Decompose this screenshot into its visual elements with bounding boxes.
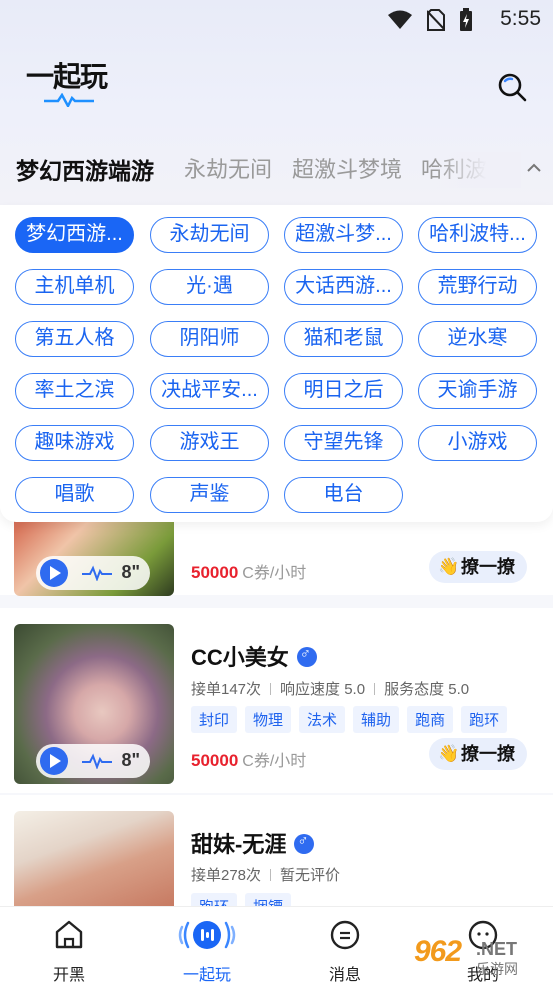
category-chip[interactable]: 超激斗梦...	[284, 217, 403, 253]
category-chip[interactable]: 主机单机	[15, 269, 134, 305]
skill-tag: 辅助	[353, 706, 400, 733]
skill-tag: 跑环	[461, 706, 508, 733]
message-icon	[330, 920, 360, 950]
wave-hand-icon: 👋	[438, 557, 460, 576]
male-icon	[294, 832, 315, 854]
logo-wave-icon	[44, 93, 94, 107]
category-chip[interactable]: 游戏王	[150, 425, 269, 461]
player-stats: 接单147次 响应速度 5.0 服务态度 5.0	[191, 681, 470, 698]
player-stats: 接单278次 暂无评价	[191, 867, 341, 884]
voice-wave-icon	[82, 753, 112, 769]
voice-intro-player[interactable]: 8"	[36, 744, 150, 778]
wifi-icon	[388, 10, 412, 29]
category-dropdown-panel: 梦幻西游... 永劫无间 超激斗梦... 哈利波特... 主机单机 光·遇 大话西游... 荒…	[0, 205, 553, 522]
category-chip[interactable]: 天谕手游	[418, 373, 537, 409]
category-chip[interactable]: 电台	[284, 477, 403, 513]
category-chip[interactable]: 决战平安...	[150, 373, 269, 409]
male-icon	[296, 645, 317, 667]
skill-tags: 封印 物理 法术 辅助 跑商 跑环	[191, 706, 508, 733]
watermark-site-name: 乐游网	[476, 961, 518, 977]
category-tabs: 梦幻西游端游 永劫无间 超激斗梦境 哈利波特	[16, 152, 553, 192]
no-sim-icon	[427, 9, 445, 31]
watermark-number: 962	[414, 935, 462, 968]
nav-item-messages[interactable]: 消息	[290, 907, 400, 983]
category-chip[interactable]: 猫和老鼠	[284, 321, 403, 357]
site-watermark: 962 .NET 乐游网	[414, 935, 546, 979]
play-icon[interactable]	[40, 747, 68, 775]
category-chip[interactable]: 哈利波特...	[418, 217, 537, 253]
skill-tag: 物理	[245, 706, 292, 733]
category-chip[interactable]: 逆水寒	[418, 321, 537, 357]
player-name: 甜妹-无涯	[191, 827, 315, 859]
voice-duration: 8"	[121, 562, 140, 582]
flirt-button[interactable]: 👋 撩一撩	[429, 738, 527, 770]
price: 50000 C券/小时	[191, 751, 307, 770]
app-logo: 一起玩	[26, 55, 126, 113]
category-chip[interactable]: 永劫无间	[150, 217, 269, 253]
price: 50000 C券/小时	[191, 563, 307, 582]
tab-category[interactable]: 永劫无间	[184, 152, 272, 184]
category-chip[interactable]: 明日之后	[284, 373, 403, 409]
logo-text: 一起玩	[26, 61, 108, 92]
tab-active-category[interactable]: 梦幻西游端游	[16, 152, 154, 186]
voice-wave-icon	[82, 565, 112, 581]
category-chip[interactable]: 声鉴	[150, 477, 269, 513]
nav-label: 消息	[328, 967, 361, 983]
player-card[interactable]: 甜妹-无涯 接单278次暂无评价 跑环 捆镖	[0, 795, 553, 920]
status-bar: 5:55	[0, 0, 553, 38]
nav-label: 开黑	[52, 967, 85, 983]
category-chip[interactable]: 守望先锋	[284, 425, 403, 461]
category-chip[interactable]: 趣味游戏	[15, 425, 134, 461]
battery-charging-icon	[460, 8, 472, 31]
category-chip[interactable]: 率土之滨	[15, 373, 134, 409]
category-chip[interactable]: 小游戏	[418, 425, 537, 461]
player-card[interactable]: 8" CC小美女 接单147次响应速度 5.0服务态度 5.0 封印 物理 法术…	[0, 608, 553, 793]
voice-duration: 8"	[121, 750, 140, 770]
nav-item-yiqiwan[interactable]: 一起玩	[152, 907, 262, 983]
status-time: 5:55	[500, 7, 541, 30]
wave-hand-icon: 👋	[438, 744, 460, 763]
category-chip[interactable]: 光·遇	[150, 269, 269, 305]
search-icon[interactable]	[497, 72, 527, 102]
skill-tag: 封印	[191, 706, 238, 733]
category-chip[interactable]: 大话西游...	[284, 269, 403, 305]
tab-category[interactable]: 超激斗梦境	[292, 152, 402, 184]
player-photo	[14, 811, 174, 906]
category-chip-selected[interactable]: 梦幻西游...	[15, 217, 134, 253]
voice-intro-player[interactable]: 8"	[36, 556, 150, 590]
skill-tag: 法术	[299, 706, 346, 733]
play-together-icon	[178, 921, 236, 949]
play-icon[interactable]	[40, 559, 68, 587]
player-name: CC小美女	[191, 640, 317, 672]
flirt-button[interactable]: 👋 撩一撩	[429, 551, 527, 583]
home-icon	[55, 920, 83, 949]
watermark-net: .NET	[476, 939, 518, 959]
nav-label: 一起玩	[182, 967, 231, 983]
category-chip[interactable]: 第五人格	[15, 321, 134, 357]
skill-tag: 跑商	[407, 706, 454, 733]
nav-item-kaihei[interactable]: 开黑	[14, 907, 124, 983]
chevron-up-icon[interactable]	[524, 158, 544, 178]
category-chip[interactable]: 阴阳师	[150, 321, 269, 357]
category-chip[interactable]: 唱歌	[15, 477, 134, 513]
category-chip[interactable]: 荒野行动	[418, 269, 537, 305]
